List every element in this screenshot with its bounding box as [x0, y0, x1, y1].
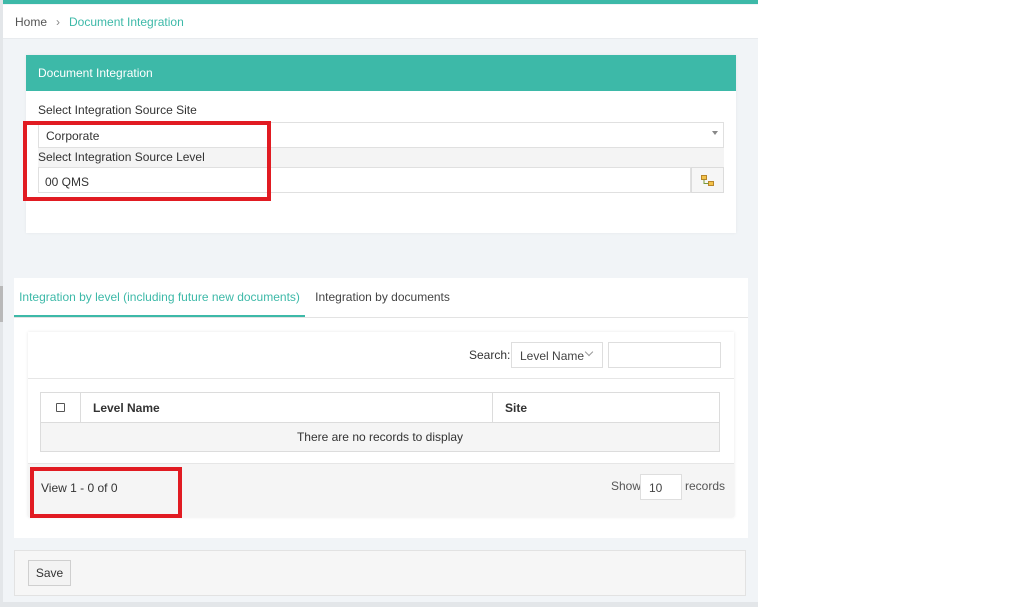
search-field-value: Level Name [520, 349, 585, 363]
chevron-right-icon: › [56, 14, 61, 29]
chevron-down-icon [584, 347, 594, 357]
highlight-box-pager [30, 467, 182, 518]
page-size-input[interactable]: 10 [640, 474, 682, 500]
caret-down-icon [712, 131, 718, 135]
search-bar: Search: Level Name [28, 332, 734, 379]
empty-message: There are no records to display [40, 422, 720, 452]
breadcrumb-current: Document Integration [69, 14, 184, 29]
pager-records-label: records [685, 479, 726, 493]
card-title: Document Integration [26, 55, 736, 91]
column-header-level-name[interactable]: Level Name [80, 392, 493, 423]
search-input[interactable] [608, 342, 721, 368]
search-field-select[interactable]: Level Name [511, 342, 603, 368]
table-header-row: Level Name Site [40, 392, 720, 423]
breadcrumb: Home › Document Integration [3, 5, 758, 39]
highlight-box-source [23, 121, 271, 201]
sidebar-toggle-handle[interactable] [0, 286, 3, 322]
pager-show-label: Show [611, 479, 642, 493]
table-row: There are no records to display [40, 422, 720, 452]
select-all-cell [40, 392, 81, 423]
tab-integration-by-level[interactable]: Integration by level (including future n… [14, 278, 305, 317]
save-button[interactable]: Save [28, 560, 71, 586]
site-label: Select Integration Source Site [38, 103, 197, 117]
tab-integration-by-documents[interactable]: Integration by documents [305, 278, 460, 317]
level-tree-button[interactable] [691, 167, 724, 193]
app-window: Home › Document Integration Document Int… [0, 0, 758, 607]
footer-bar: Save [14, 550, 746, 596]
levels-table: Level Name Site There are no records to … [40, 392, 720, 452]
column-header-site[interactable]: Site [492, 392, 720, 423]
breadcrumb-home-link[interactable]: Home [15, 15, 47, 29]
select-all-checkbox[interactable] [56, 402, 65, 412]
bottom-divider [0, 602, 758, 607]
top-accent-bar [0, 0, 758, 4]
tab-bar: Integration by level (including future n… [14, 278, 748, 318]
tree-icon [701, 174, 714, 186]
search-label: Search: [469, 348, 511, 362]
